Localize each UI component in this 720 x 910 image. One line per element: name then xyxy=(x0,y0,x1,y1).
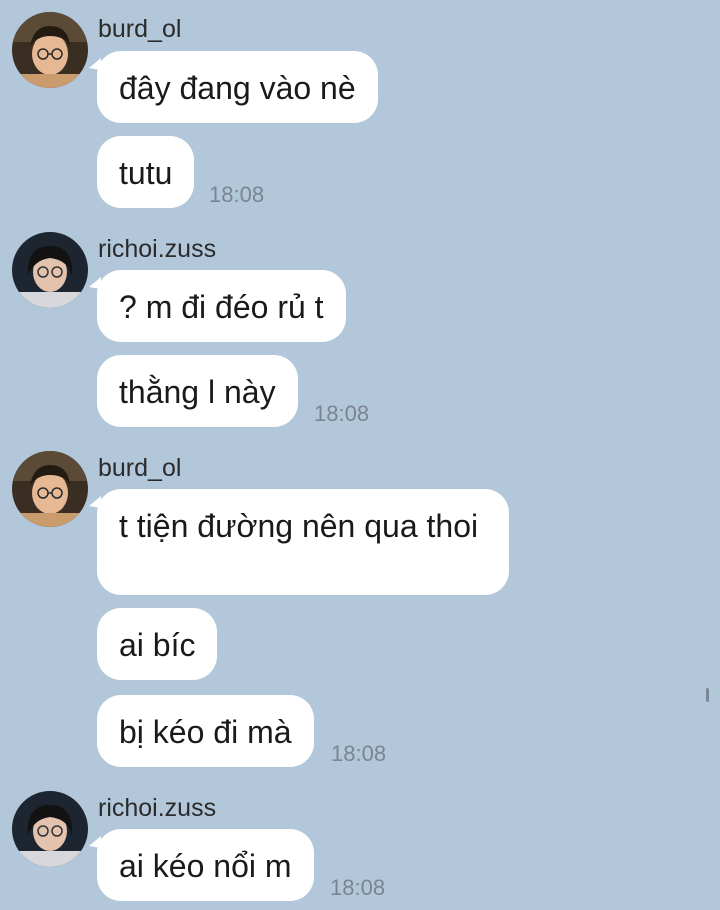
sender-name: burd_ol xyxy=(98,454,182,482)
sender-name: burd_ol xyxy=(98,15,182,43)
sender-name: richoi.zuss xyxy=(98,235,217,263)
message-bubble[interactable]: đây đang vào nè xyxy=(97,51,378,123)
message-bubble[interactable]: ai bíc xyxy=(97,608,218,680)
avatar[interactable] xyxy=(12,451,88,527)
user-avatar-icon xyxy=(12,791,88,867)
user-avatar-icon xyxy=(12,451,88,527)
scrollbar-thumb[interactable] xyxy=(706,688,709,702)
message-bubble[interactable]: tutu xyxy=(97,136,195,208)
user-avatar-icon xyxy=(12,232,88,308)
avatar[interactable] xyxy=(12,232,88,308)
sender-name: richoi.zuss xyxy=(98,794,217,822)
message-bubble[interactable]: t tiện đường nên qua thoi xyxy=(97,489,509,595)
message-timestamp: 18:08 xyxy=(330,875,386,900)
message-timestamp: 18:08 xyxy=(331,741,387,766)
message-timestamp: 18:08 xyxy=(209,182,265,207)
message-bubble[interactable]: thằng l này xyxy=(97,355,298,427)
message-timestamp: 18:08 xyxy=(314,401,370,426)
avatar[interactable] xyxy=(12,12,88,88)
message-bubble[interactable]: ai kéo nổi m xyxy=(97,829,314,901)
user-avatar-icon xyxy=(12,12,88,88)
message-bubble[interactable]: bị kéo đi mà xyxy=(97,695,314,767)
message-bubble[interactable]: ? m đi đéo rủ t xyxy=(97,270,346,342)
avatar[interactable] xyxy=(12,791,88,867)
